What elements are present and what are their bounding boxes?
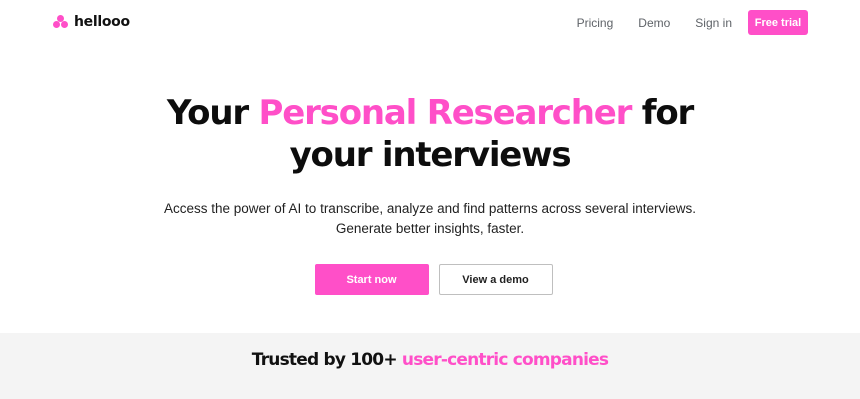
- subtitle-line2: Generate better insights, faster.: [335, 221, 525, 236]
- brand-logo-link[interactable]: hellooo: [53, 14, 130, 30]
- trusted-band: Trusted by 100+ user-centric companies: [0, 333, 860, 399]
- nav-link-sign-in[interactable]: Sign in: [695, 16, 732, 30]
- headline-accent: Personal Researcher: [258, 93, 633, 133]
- hero-section: Your Personal Researcher for your interv…: [0, 92, 860, 239]
- trusted-accent: user-centric companies: [401, 350, 609, 370]
- headline-part2: for: [631, 93, 695, 133]
- nav-link-demo[interactable]: Demo: [638, 16, 670, 30]
- nav-link-pricing[interactable]: Pricing: [577, 16, 614, 30]
- top-navigation: hellooo Pricing Demo Sign in Free trial: [0, 0, 860, 46]
- view-demo-button[interactable]: View a demo: [438, 264, 553, 295]
- blob-cluster-icon: [53, 15, 69, 29]
- nav-links: Pricing Demo Sign in Free trial: [577, 10, 808, 35]
- headline-line2: your interviews: [289, 135, 572, 175]
- free-trial-button[interactable]: Free trial: [748, 10, 808, 35]
- subtitle-line1: Access the power of AI to transcribe, an…: [163, 201, 696, 216]
- trusted-heading: Trusted by 100+ user-centric companies: [0, 350, 860, 370]
- trusted-prefix: Trusted by 100+: [251, 350, 402, 370]
- hero-subtitle: Access the power of AI to transcribe, an…: [0, 199, 860, 239]
- brand-name: hellooo: [74, 14, 130, 30]
- start-now-button[interactable]: Start now: [314, 264, 429, 295]
- hero-headline: Your Personal Researcher for your interv…: [0, 92, 860, 176]
- cta-row: Start now View a demo: [0, 264, 860, 295]
- headline-part1: Your: [166, 93, 259, 133]
